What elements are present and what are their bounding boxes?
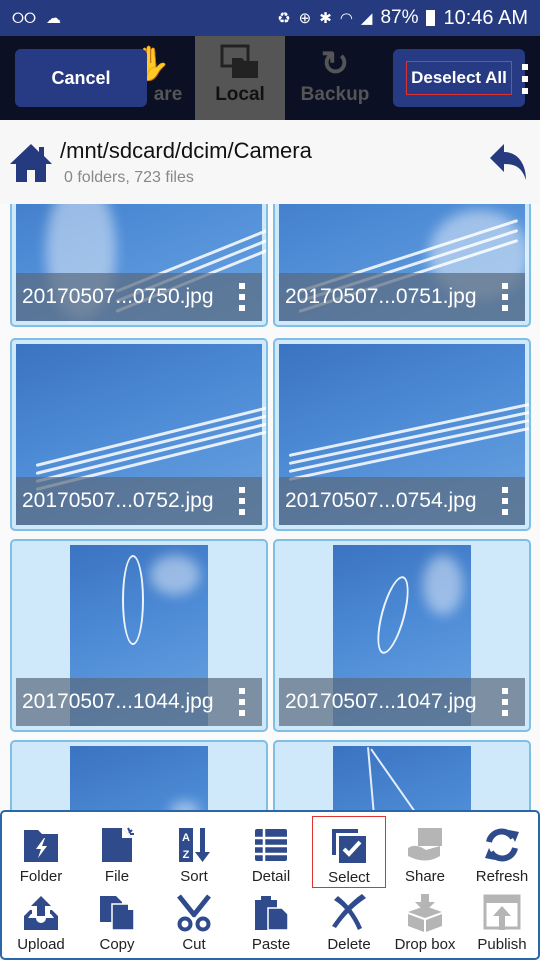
new-file-button[interactable]: File <box>80 826 154 892</box>
copy-icon <box>100 896 135 931</box>
sort-button[interactable]: AZ Sort <box>157 826 231 892</box>
new-folder-button[interactable]: Folder <box>4 826 78 892</box>
file-name: 20170507...0750.jpg <box>22 285 214 308</box>
sort-az-icon: AZ <box>179 828 210 862</box>
file-tile-selected[interactable]: 20170507...1047.jpg <box>273 539 531 732</box>
file-name: 20170507...0754.jpg <box>285 489 477 512</box>
thumbnail <box>70 746 208 810</box>
local-icon <box>195 36 285 84</box>
file-name: 20170507...1047.jpg <box>285 690 477 713</box>
current-path: /mnt/sdcard/dcim/Camera <box>60 138 312 163</box>
file-name: 20170507...1044.jpg <box>22 690 214 713</box>
dropbox-icon <box>408 894 442 932</box>
top-action-bar: ✋ are Local ↻ Backup Cancel Deselect All <box>0 36 540 120</box>
overflow-menu-icon[interactable] <box>520 64 530 94</box>
more-options-icon[interactable] <box>222 688 262 716</box>
share-icon <box>408 828 442 861</box>
paste-button[interactable]: Paste <box>234 894 308 960</box>
battery-percent: 87% <box>380 7 419 28</box>
battery-icon <box>426 10 436 26</box>
more-options-icon[interactable] <box>222 487 262 515</box>
file-caption: 20170507...1047.jpg <box>279 678 525 726</box>
cancel-button[interactable]: Cancel <box>15 49 147 107</box>
publish-button[interactable]: Publish <box>465 894 539 960</box>
detail-list-icon <box>255 829 287 861</box>
file-tile[interactable]: 20170507...0752.jpg <box>10 338 268 531</box>
file-tile-selected[interactable] <box>10 740 268 810</box>
status-bar: ⭘⭘ ☁ ♻ ⊕ ✱ ◠ ◢ 87% 10:46 AM <box>0 0 540 36</box>
more-options-icon[interactable] <box>485 487 525 515</box>
new-file-icon <box>102 827 134 862</box>
bluetooth-icon: ✱ <box>319 9 332 27</box>
file-name: 20170507...0751.jpg <box>285 285 477 308</box>
file-tile[interactable]: 20170507...0751.jpg <box>273 204 531 327</box>
tab-local[interactable]: Local <box>195 36 285 120</box>
file-caption: 20170507...1044.jpg <box>16 678 262 726</box>
file-caption: 20170507...0751.jpg <box>279 273 525 321</box>
bottom-toolbar: Folder File AZ Sort Detail Select Share … <box>0 810 540 960</box>
share-button[interactable]: Share <box>388 826 462 892</box>
cast-icon: ☁ <box>46 9 62 27</box>
home-icon[interactable] <box>8 142 54 184</box>
svg-text:A: A <box>182 832 190 844</box>
data-saver-icon: ⊕ <box>298 9 312 27</box>
signal-icon: ◢ <box>360 9 373 27</box>
cut-button[interactable]: Cut <box>157 894 231 960</box>
refresh-button[interactable]: Refresh <box>465 826 539 892</box>
file-grid[interactable]: 20170507...0750.jpg 20170507...0751.jpg … <box>0 204 540 810</box>
battery-saver-icon: ♻ <box>277 9 291 27</box>
detail-button[interactable]: Detail <box>234 826 308 892</box>
new-folder-icon <box>24 830 58 862</box>
voicemail-icon: ⭘⭘ <box>12 9 37 27</box>
more-options-icon[interactable] <box>485 283 525 311</box>
copy-button[interactable]: Copy <box>80 894 154 960</box>
file-tile-selected[interactable] <box>273 740 531 810</box>
tab-backup[interactable]: ↻ Backup <box>290 36 380 120</box>
file-name: 20170507...0752.jpg <box>22 489 214 512</box>
dropbox-button[interactable]: Drop box <box>388 894 462 960</box>
file-caption: 20170507...0754.jpg <box>279 477 525 525</box>
upload-button[interactable]: Upload <box>4 894 78 960</box>
scissors-icon <box>177 894 211 932</box>
publish-icon <box>483 894 521 930</box>
select-button[interactable]: Select <box>312 816 386 888</box>
file-tile[interactable]: 20170507...0750.jpg <box>10 204 268 327</box>
delete-x-icon <box>332 894 366 930</box>
folder-summary: 0 folders, 723 files <box>64 169 194 186</box>
svg-text:Z: Z <box>183 849 190 861</box>
clock: 10:46 AM <box>443 6 528 29</box>
paste-icon <box>255 896 289 931</box>
file-tile-selected[interactable]: 20170507...1044.jpg <box>10 539 268 732</box>
file-caption: 20170507...0750.jpg <box>16 273 262 321</box>
path-bar: /mnt/sdcard/dcim/Camera 0 folders, 723 f… <box>0 120 540 204</box>
wifi-icon: ◠ <box>339 9 353 27</box>
upload-icon <box>24 896 58 930</box>
refresh-icon <box>485 828 519 862</box>
file-caption: 20170507...0752.jpg <box>16 477 262 525</box>
thumbnail <box>333 746 471 810</box>
more-options-icon[interactable] <box>222 283 262 311</box>
delete-button[interactable]: Delete <box>312 894 386 960</box>
file-tile[interactable]: 20170507...0754.jpg <box>273 338 531 531</box>
backup-sync-icon: ↻ <box>320 45 350 83</box>
more-options-icon[interactable] <box>485 688 525 716</box>
select-check-icon <box>332 829 366 863</box>
back-icon[interactable] <box>488 140 530 182</box>
deselect-all-button[interactable]: Deselect All <box>393 49 525 107</box>
